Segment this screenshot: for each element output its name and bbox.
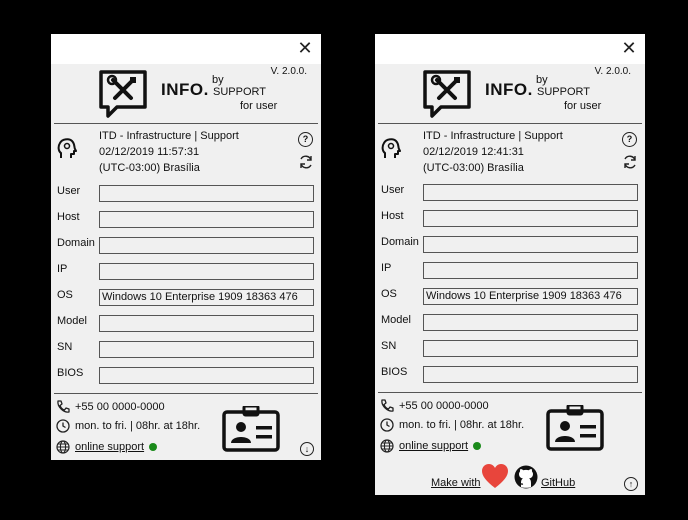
sn-field[interactable] — [423, 340, 638, 357]
model-label: Model — [57, 315, 87, 327]
brand-for-user: for user — [240, 100, 278, 112]
clock-icon — [56, 419, 70, 433]
version-label: V. 2.0.0. — [270, 66, 307, 77]
github-icon[interactable] — [514, 465, 538, 489]
department-text: ITD - Infrastructure | Support — [423, 130, 563, 142]
domain-label: Domain — [57, 237, 95, 249]
github-link[interactable]: GitHub — [541, 477, 575, 489]
bios-label: BIOS — [381, 366, 408, 378]
refresh-icon[interactable] — [622, 154, 638, 170]
hours-text: mon. to fri. | 08hr. at 18hr. — [399, 419, 525, 431]
version-label: V. 2.0.0. — [594, 66, 631, 77]
user-label: User — [57, 185, 81, 197]
online-support-row: online support — [75, 441, 158, 453]
globe-icon — [56, 440, 70, 454]
phone-text: +55 00 0000-0000 — [75, 401, 165, 413]
expand-down-icon[interactable]: ↓ — [300, 442, 314, 456]
ip-label: IP — [57, 263, 68, 275]
heart-icon — [481, 463, 509, 489]
head-profile-icon — [381, 138, 401, 160]
sn-field[interactable] — [99, 341, 314, 358]
help-icon[interactable]: ? — [298, 132, 313, 147]
bios-field[interactable] — [423, 366, 638, 383]
chat-tools-logo-icon — [422, 69, 472, 119]
timezone-text: (UTC-03:00) Brasília — [423, 162, 524, 174]
globe-icon — [380, 439, 394, 453]
brand-for-user: for user — [564, 100, 602, 112]
app-brand: INFO. — [161, 80, 209, 99]
model-field[interactable] — [99, 315, 314, 332]
phone-text: +55 00 0000-0000 — [399, 400, 489, 412]
model-label: Model — [381, 314, 411, 326]
ip-field[interactable] — [423, 262, 638, 279]
user-field[interactable] — [423, 184, 638, 201]
info-block: ITD - Infrastructure | Support 02/12/201… — [99, 128, 239, 176]
title-bar: ✕ — [375, 34, 645, 64]
ip-field[interactable] — [99, 263, 314, 280]
app-brand: INFO. — [485, 80, 533, 99]
info-window-expanded: ✕ INFO. by SUPPORT for user V. 2.0.0. IT… — [375, 34, 645, 495]
separator — [378, 123, 642, 124]
host-field[interactable] — [423, 210, 638, 227]
model-field[interactable] — [423, 314, 638, 331]
close-icon[interactable]: ✕ — [621, 38, 637, 58]
head-profile-icon — [57, 138, 77, 160]
hours-text: mon. to fri. | 08hr. at 18hr. — [75, 420, 201, 432]
id-card-icon — [546, 403, 604, 451]
online-support-link[interactable]: online support — [75, 441, 144, 453]
os-label: OS — [57, 289, 73, 301]
timezone-text: (UTC-03:00) Brasília — [99, 162, 200, 174]
host-label: Host — [57, 211, 80, 223]
bios-label: BIOS — [57, 367, 84, 379]
separator — [54, 393, 318, 394]
chat-tools-logo-icon — [98, 69, 148, 119]
brand-support: SUPPORT — [537, 86, 590, 98]
refresh-icon[interactable] — [298, 154, 314, 170]
user-field[interactable] — [99, 185, 314, 202]
bios-field[interactable] — [99, 367, 314, 384]
ip-label: IP — [381, 262, 392, 274]
info-block: ITD - Infrastructure | Support 02/12/201… — [423, 128, 563, 176]
info-window-collapsed: ✕ INFO. by SUPPORT for user V. 2.0.0. IT… — [51, 34, 321, 460]
datetime-text: 02/12/2019 12:41:31 — [423, 146, 524, 158]
datetime-text: 02/12/2019 11:57:31 — [99, 146, 200, 158]
online-support-link[interactable]: online support — [399, 440, 468, 452]
close-icon[interactable]: ✕ — [297, 38, 313, 58]
host-field[interactable] — [99, 211, 314, 228]
domain-field[interactable] — [99, 237, 314, 254]
os-field[interactable]: Windows 10 Enterprise 1909 18363 476 — [99, 289, 314, 306]
user-label: User — [381, 184, 405, 196]
brand-support: SUPPORT — [213, 86, 266, 98]
domain-label: Domain — [381, 236, 419, 248]
os-field[interactable]: Windows 10 Enterprise 1909 18363 476 — [423, 288, 638, 305]
collapse-up-icon[interactable]: ↑ — [624, 477, 638, 491]
domain-field[interactable] — [423, 236, 638, 253]
status-online-dot — [473, 442, 482, 451]
host-label: Host — [381, 210, 404, 222]
separator — [54, 123, 318, 124]
phone-icon — [380, 399, 394, 413]
online-support-row: online support — [399, 440, 482, 452]
id-card-icon — [222, 404, 280, 452]
title-bar: ✕ — [51, 34, 321, 64]
sn-label: SN — [57, 341, 73, 353]
phone-icon — [56, 400, 70, 414]
make-with-text[interactable]: Make with — [431, 477, 481, 489]
status-online-dot — [149, 443, 158, 452]
sn-label: SN — [381, 340, 397, 352]
department-text: ITD - Infrastructure | Support — [99, 130, 239, 142]
help-icon[interactable]: ? — [622, 132, 637, 147]
clock-icon — [380, 418, 394, 432]
separator — [378, 392, 642, 393]
os-label: OS — [381, 288, 397, 300]
